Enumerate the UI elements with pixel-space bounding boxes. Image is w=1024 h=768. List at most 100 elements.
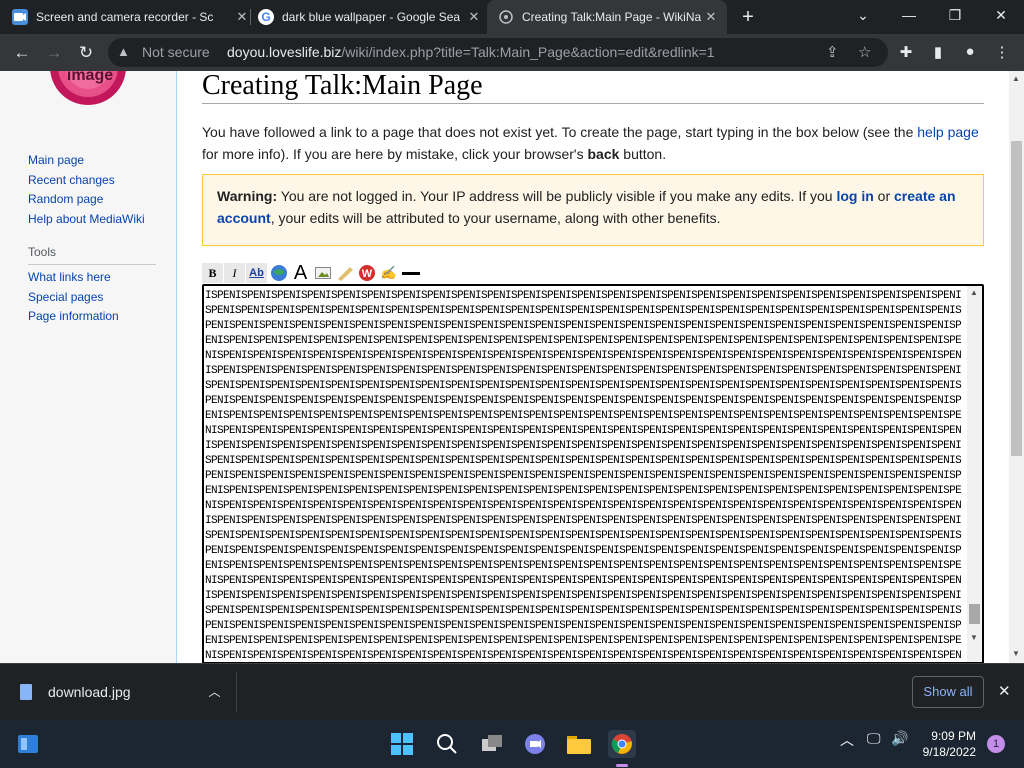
address-bar[interactable]: ▲ Not secure doyou.loveslife.biz/wiki/in… xyxy=(108,38,888,67)
extensions-puzzle-icon[interactable]: ✚ xyxy=(896,43,916,61)
web-page: own logo image Main page Recent changes … xyxy=(0,71,1024,663)
sidebar-item-page-information[interactable]: Page information xyxy=(28,307,119,327)
warning-part-a: You are not logged in. Your IP address w… xyxy=(277,188,837,204)
windows-taskbar: ︿ 🖵 🔊 9:09 PM 9/18/2022 1 xyxy=(0,720,1024,768)
intro-part-b: for more info). If you are here by mista… xyxy=(202,146,588,162)
sidebar-item-help[interactable]: Help about MediaWiki xyxy=(28,210,145,230)
share-icon[interactable]: ⇪ xyxy=(826,43,839,61)
side-panel-icon[interactable]: ▮ xyxy=(928,43,948,61)
new-tab-icon[interactable]: + xyxy=(738,5,758,29)
tools-heading: Tools xyxy=(28,245,57,259)
network-icon[interactable]: 🖵 xyxy=(867,730,881,747)
minimize-icon[interactable]: — xyxy=(886,0,932,34)
warning-part-c: , your edits will be attributed to your … xyxy=(270,210,721,226)
italic-icon[interactable]: I xyxy=(224,263,245,283)
warning-part-b: or xyxy=(873,188,895,204)
url-path: /wiki/index.php?title=Talk:Main_Page&act… xyxy=(341,44,715,60)
system-clock[interactable]: 9:09 PM 9/18/2022 xyxy=(916,728,976,760)
tab-strip: Screen and camera recorder - Sc ✕ G dark… xyxy=(0,0,1024,34)
google-icon: G xyxy=(258,9,274,25)
headline-icon[interactable]: A xyxy=(290,262,311,284)
teams-chat-icon[interactable] xyxy=(521,730,549,758)
sidebar-tools: What links here Special pages Page infor… xyxy=(28,268,119,327)
volume-icon[interactable]: 🔊 xyxy=(891,730,908,747)
menu-kebab-icon[interactable]: ⋮ xyxy=(992,43,1012,61)
editor-scroll-thumb[interactable] xyxy=(969,604,980,624)
task-view-icon[interactable] xyxy=(478,730,506,758)
search-icon[interactable] xyxy=(433,730,461,758)
title-underline xyxy=(202,103,984,104)
sidebar-item-special-pages[interactable]: Special pages xyxy=(28,288,119,308)
file-explorer-icon[interactable] xyxy=(565,730,593,758)
media-file-icon[interactable] xyxy=(334,263,355,283)
intro-part-a: You have followed a link to a page that … xyxy=(202,124,918,140)
horizontal-line-icon[interactable] xyxy=(400,263,421,283)
scroll-down-arrow-icon[interactable]: ▼ xyxy=(970,633,978,642)
clock-time: 9:09 PM xyxy=(931,729,976,743)
page-scroll-up-icon[interactable]: ▲ xyxy=(1012,74,1020,83)
globe-icon xyxy=(498,9,514,25)
wiki-logo[interactable]: own logo image xyxy=(30,71,150,113)
editor-content[interactable]: ISPENISPENISPENISPENISPENISPENISPENISPEN… xyxy=(205,289,965,662)
wikitext-editor[interactable]: ISPENISPENISPENISPENISPENISPENISPENISPEN… xyxy=(202,284,984,663)
tab-title: Screen and camera recorder - Sc xyxy=(36,10,214,24)
svg-text:W: W xyxy=(361,268,372,280)
log-in-link[interactable]: log in xyxy=(836,188,873,204)
page-scroll-down-icon[interactable]: ▼ xyxy=(1012,649,1020,658)
external-link-icon[interactable] xyxy=(268,263,289,283)
logo-text: own logo image xyxy=(66,71,114,84)
close-window-icon[interactable]: ✕ xyxy=(978,0,1024,34)
math-formula-icon[interactable]: W xyxy=(356,263,377,283)
download-item[interactable]: download.jpg ︿ xyxy=(20,683,221,700)
page-title: Creating Talk:Main Page xyxy=(202,71,483,101)
back-icon[interactable]: ← xyxy=(8,39,36,67)
intro-text: You have followed a link to a page that … xyxy=(202,121,987,165)
internal-link-icon[interactable]: Ab xyxy=(246,263,267,283)
tab-creating-talk[interactable]: Creating Talk:Main Page - WikiNa ✕ xyxy=(487,0,727,34)
signature-icon[interactable]: ✍ xyxy=(378,263,399,283)
download-divider xyxy=(236,672,237,712)
start-windows-icon[interactable] xyxy=(388,730,416,758)
notification-badge[interactable]: 1 xyxy=(987,735,1005,753)
bookmark-star-icon[interactable]: ☆ xyxy=(858,43,871,61)
page-scroll-thumb[interactable] xyxy=(1011,141,1022,456)
tab-search-icon[interactable]: ⌄ xyxy=(840,0,886,34)
tools-divider xyxy=(28,264,156,265)
editor-scrollbar[interactable]: ▲ ▼ xyxy=(967,286,982,662)
anon-warning-box: Warning: You are not logged in. Your IP … xyxy=(202,174,984,246)
chevron-up-tray-icon[interactable]: ︿ xyxy=(840,730,854,750)
scroll-up-arrow-icon[interactable]: ▲ xyxy=(970,288,978,297)
reload-icon[interactable]: ↻ xyxy=(72,39,100,67)
clock-date: 9/18/2022 xyxy=(922,745,976,759)
help-page-link[interactable]: help page xyxy=(917,124,979,140)
tab-google-search[interactable]: G dark blue wallpaper - Google Sea ✕ xyxy=(258,0,482,34)
restore-icon[interactable]: ❐ xyxy=(932,0,978,34)
url-text[interactable]: doyou.loveslife.biz/wiki/index.php?title… xyxy=(227,44,715,60)
tab-title: Creating Talk:Main Page - WikiNa xyxy=(522,10,702,24)
show-all-button[interactable]: Show all xyxy=(912,676,984,708)
screen-recorder-icon xyxy=(12,9,28,25)
bold-icon[interactable]: B xyxy=(202,263,223,283)
close-tab-icon[interactable]: ✕ xyxy=(703,9,719,25)
chrome-taskbar-icon[interactable] xyxy=(608,730,636,758)
forward-icon[interactable]: → xyxy=(40,39,68,67)
widgets-icon[interactable] xyxy=(14,730,42,758)
intro-bold-back: back xyxy=(587,146,620,162)
close-tab-icon[interactable]: ✕ xyxy=(466,9,482,25)
close-downloads-icon[interactable]: ✕ xyxy=(998,682,1011,700)
warning-triangle-icon[interactable]: ▲ xyxy=(117,44,133,60)
not-secure-label: Not secure xyxy=(142,44,210,60)
download-filename: download.jpg xyxy=(48,683,131,700)
sidebar-item-what-links-here[interactable]: What links here xyxy=(28,268,119,288)
profile-avatar-icon[interactable]: ● xyxy=(960,43,980,60)
browser-toolbar: ← → ↻ ▲ Not secure doyou.loveslife.biz/w… xyxy=(0,34,1024,71)
tab-screen-recorder[interactable]: Screen and camera recorder - Sc ✕ xyxy=(12,0,250,34)
tab-title: dark blue wallpaper - Google Sea xyxy=(282,10,461,24)
sidebar-item-recent-changes[interactable]: Recent changes xyxy=(28,171,145,191)
close-tab-icon[interactable]: ✕ xyxy=(234,9,250,25)
chevron-up-icon[interactable]: ︿ xyxy=(209,683,221,700)
sidebar-item-main-page[interactable]: Main page xyxy=(28,151,145,171)
sidebar-item-random-page[interactable]: Random page xyxy=(28,190,145,210)
edit-toolbar: B I Ab A W ✍ xyxy=(202,262,421,284)
embedded-image-icon[interactable] xyxy=(312,263,333,283)
